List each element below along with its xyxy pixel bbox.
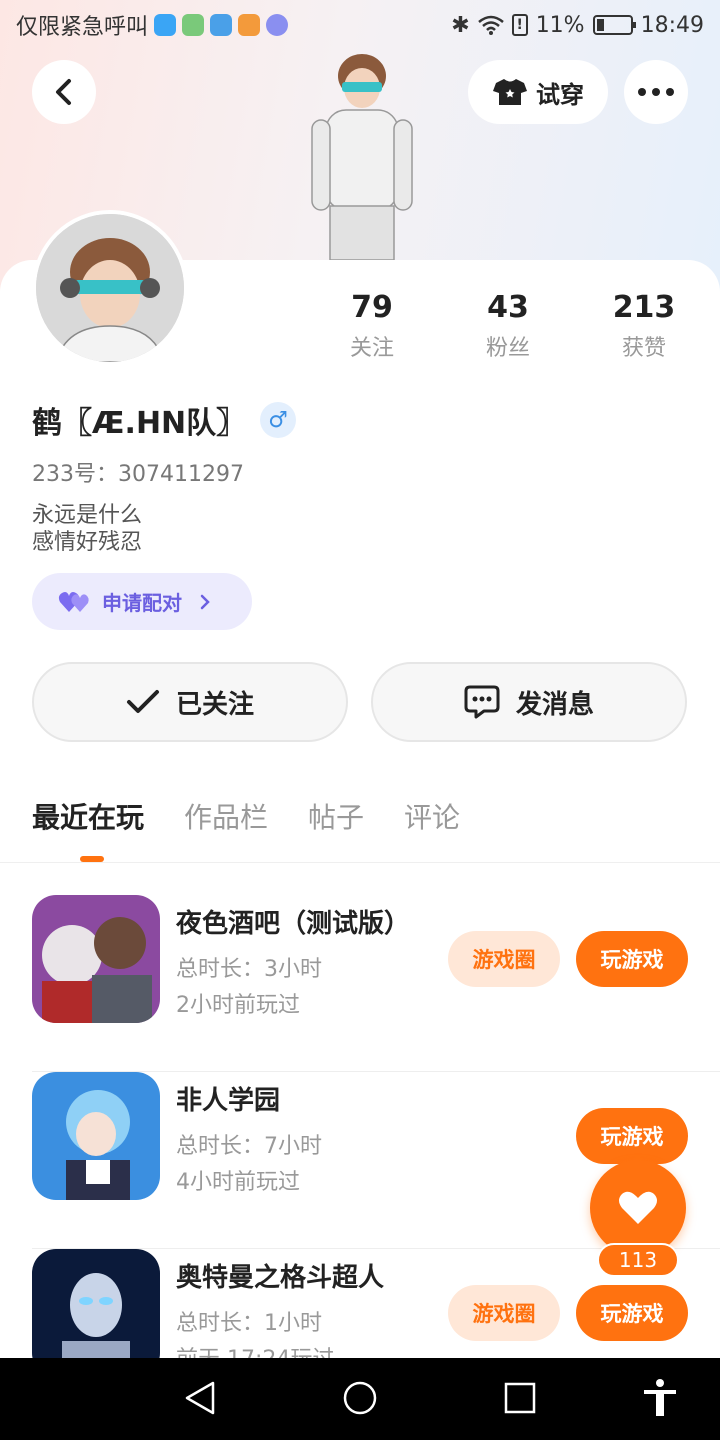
game-title: 奥特曼之格斗超人 xyxy=(176,1263,385,1293)
square-recents-icon xyxy=(504,1382,536,1414)
game-circle-button[interactable]: 游戏圈 xyxy=(448,1285,560,1341)
nav-recents-button[interactable] xyxy=(500,1378,540,1418)
circle-home-icon xyxy=(343,1381,377,1415)
profile-stats: 79 关注 43 粉丝 213 获赞 xyxy=(300,290,720,370)
battery-percent: 11% xyxy=(535,12,585,38)
tshirt-icon xyxy=(493,79,527,105)
stat-label: 获赞 xyxy=(621,336,666,361)
app-notification-icon xyxy=(210,14,233,36)
app-notification-icon xyxy=(182,14,205,36)
try-on-label: 试穿 xyxy=(536,80,584,109)
divider xyxy=(0,862,720,863)
nav-home-button[interactable] xyxy=(340,1378,380,1418)
wifi-icon xyxy=(477,15,504,35)
game-circle-button[interactable]: 游戏圈 xyxy=(448,931,560,987)
game-list-item[interactable]: 夜色酒吧（测试版） 总时长：3小时 2小时前玩过 游戏圈 玩游戏 xyxy=(32,895,720,1072)
double-heart-icon xyxy=(58,591,89,612)
game-last-played: 2小时前玩过 xyxy=(176,993,300,1018)
bio-line: 永远是什么 xyxy=(32,503,143,528)
followed-label: 已关注 xyxy=(175,689,254,720)
bluetooth-icon: ✱ xyxy=(451,12,470,38)
send-message-button[interactable]: 发消息 xyxy=(371,662,687,742)
heart-icon xyxy=(619,1191,657,1224)
nav-accessibility-button[interactable] xyxy=(640,1378,680,1418)
apply-pair-button[interactable]: 申请配对 xyxy=(32,573,252,630)
more-dots-icon xyxy=(638,88,674,96)
game-total-time: 总时长：7小时 xyxy=(176,1134,322,1159)
clock: 18:49 xyxy=(640,12,704,38)
accessibility-icon xyxy=(644,1379,676,1416)
more-button[interactable] xyxy=(624,60,688,124)
battery-icon xyxy=(592,15,636,35)
stat-value: 79 xyxy=(351,290,393,325)
game-icon[interactable] xyxy=(32,895,160,1023)
system-nav-bar xyxy=(0,1358,720,1440)
stat-value: 213 xyxy=(612,290,676,325)
avatar-image xyxy=(36,214,184,362)
triangle-back-icon xyxy=(185,1381,215,1415)
sim-alert-icon: ! xyxy=(511,14,528,36)
tab-posts[interactable]: 帖子 xyxy=(308,796,364,846)
app-notification-icon xyxy=(238,14,261,36)
profile-tabs: 最近在玩 作品栏 帖子 评论 xyxy=(32,796,460,846)
avatar[interactable] xyxy=(32,210,188,366)
back-button[interactable] xyxy=(32,60,96,124)
status-bar: 仅限紧急呼叫 ✱ ! 11% 18:49 xyxy=(0,0,720,50)
send-message-label: 发消息 xyxy=(515,689,594,720)
like-count: 113 xyxy=(597,1243,679,1277)
tab-recent-played[interactable]: 最近在玩 xyxy=(32,796,144,846)
chevron-left-icon xyxy=(56,79,71,105)
game-total-time: 总时长：1小时 xyxy=(176,1311,322,1336)
carrier-text: 仅限紧急呼叫 xyxy=(16,15,149,40)
game-title: 夜色酒吧（测试版） xyxy=(176,909,411,939)
chevron-right-icon xyxy=(200,594,210,609)
tab-works[interactable]: 作品栏 xyxy=(184,796,268,846)
try-on-button[interactable]: 试穿 xyxy=(468,60,608,124)
tab-comments[interactable]: 评论 xyxy=(404,796,460,846)
like-button[interactable] xyxy=(590,1160,686,1256)
stat-following[interactable]: 79 关注 xyxy=(302,290,442,362)
gender-male-icon: ♂ xyxy=(260,402,297,438)
check-icon xyxy=(126,690,159,713)
apply-pair-label: 申请配对 xyxy=(102,591,182,615)
play-game-button[interactable]: 玩游戏 xyxy=(576,931,688,987)
username-row: 鹤〖Æ.HN队〗 ♂ xyxy=(32,398,297,442)
stat-followers[interactable]: 43 粉丝 xyxy=(438,290,578,362)
game-art xyxy=(32,1072,160,1200)
stat-value: 43 xyxy=(487,290,529,325)
stat-likes[interactable]: 213 获赞 xyxy=(574,290,714,362)
game-icon[interactable] xyxy=(32,1072,160,1200)
nav-back-button[interactable] xyxy=(180,1378,220,1418)
followed-button[interactable]: 已关注 xyxy=(32,662,348,742)
stat-label: 关注 xyxy=(349,336,394,361)
play-game-button[interactable]: 玩游戏 xyxy=(576,1108,688,1164)
username: 鹤〖Æ.HN队〗 xyxy=(32,406,247,441)
user-id: 233号：307411297 xyxy=(32,462,244,487)
game-art xyxy=(32,895,160,1023)
bio: 永远是什么 感情好残忍 xyxy=(32,502,142,556)
game-title: 非人学园 xyxy=(176,1086,281,1116)
app-notification-icon xyxy=(154,14,177,36)
music-icon xyxy=(266,14,289,36)
stat-label: 粉丝 xyxy=(485,336,530,361)
play-game-button[interactable]: 玩游戏 xyxy=(576,1285,688,1341)
avatar-3d-figure xyxy=(311,54,413,260)
game-total-time: 总时长：3小时 xyxy=(176,957,322,982)
bio-line: 感情好残忍 xyxy=(32,530,143,555)
game-last-played: 4小时前玩过 xyxy=(176,1170,300,1195)
message-bubble-icon xyxy=(464,685,500,719)
